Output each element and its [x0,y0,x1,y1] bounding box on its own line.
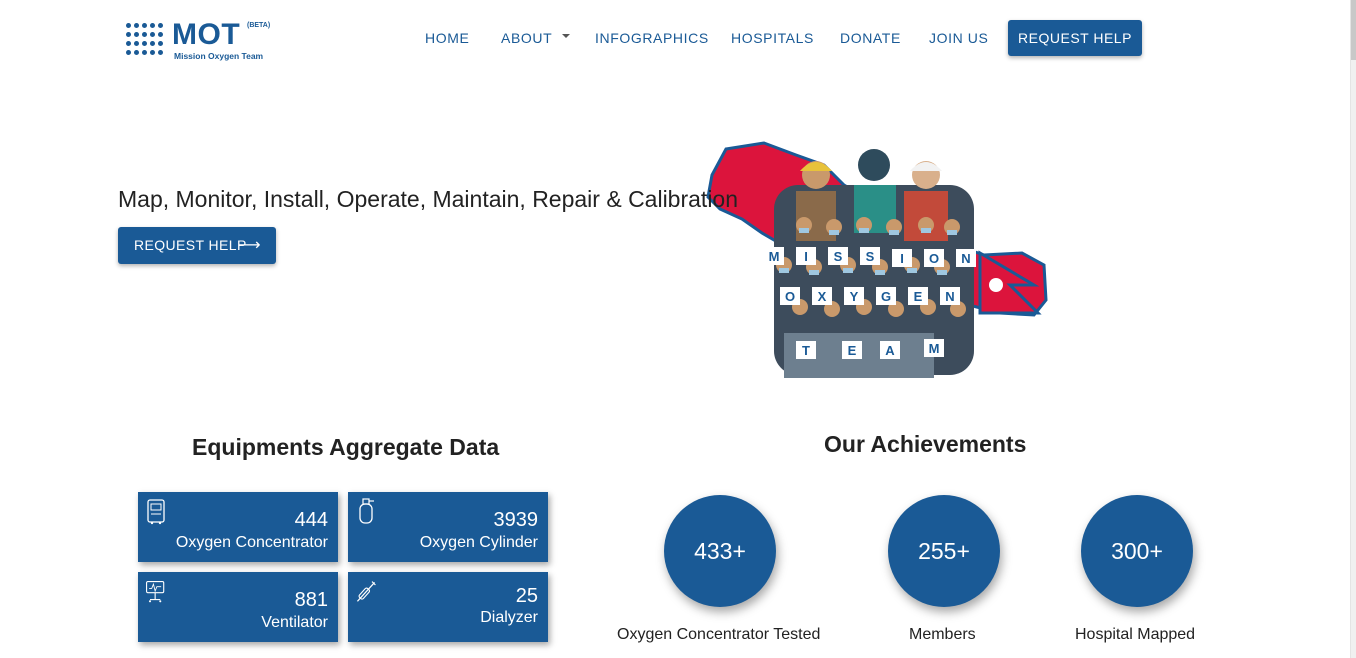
svg-text:N: N [945,289,954,304]
equipment-value: 444 [294,509,328,531]
equipment-card-oxygen-cylinder: 3939 Oxygen Cylinder [348,492,548,562]
svg-text:O: O [785,289,795,304]
request-help-hero-button[interactable]: REQUEST HELP ⟶ [118,227,276,264]
nav-item-join-us[interactable]: JOIN US [929,20,988,56]
svg-text:G: G [881,289,891,304]
svg-text:Y: Y [850,289,859,304]
svg-text:A: A [885,343,895,358]
brand-beta-tag: (BETA) [247,22,271,29]
nav-item-hospitals[interactable]: HOSPITALS [731,20,814,56]
equipment-value: 881 [294,589,328,611]
equipment-label: Oxygen Concentrator [175,534,328,551]
nav-item-donate[interactable]: DONATE [840,20,901,56]
equipment-value: 25 [515,585,538,607]
nav-item-home[interactable]: HOME [425,20,469,56]
achievement-label-concentrator-tested: Oxygen Concentrator Tested [617,626,821,643]
svg-text:S: S [866,249,875,264]
oxygen-cylinder-icon [359,498,374,524]
svg-text:I: I [804,249,808,264]
page-scrollbar[interactable] [1350,0,1356,658]
svg-text:E: E [914,289,923,304]
dialyzer-icon [356,581,376,602]
hero-headline: Map, Monitor, Install, Operate, Maintain… [118,186,739,212]
svg-text:M: M [769,249,780,264]
achievement-circle-hospital-mapped: 300+ [1081,495,1193,607]
svg-text:M: M [929,341,940,356]
svg-text:I: I [900,251,904,266]
equipment-card-ventilator: 881 Ventilator [138,572,338,642]
equipment-label: Ventilator [261,614,328,631]
svg-text:T: T [802,343,810,358]
chevron-down-icon[interactable] [562,34,570,38]
request-help-nav-button[interactable]: REQUEST HELP [1008,20,1142,56]
achievement-label-members: Members [909,626,976,643]
svg-text:S: S [834,249,843,264]
brand-logo[interactable]: MOT (BETA) Mission Oxygen Team [126,18,276,64]
oxygen-concentrator-icon [147,499,165,525]
equipment-section-title: Equipments Aggregate Data [192,434,500,460]
achievement-label-hospital-mapped: Hospital Mapped [1075,626,1196,643]
achievement-circle-members: 255+ [888,495,1000,607]
svg-text:N: N [961,251,970,266]
request-help-hero-label: REQUEST HELP [134,237,247,253]
equipment-card-dialyzer: 25 Dialyzer [348,572,548,642]
ventilator-icon [146,581,165,603]
brand-name: MOT [172,18,241,51]
equipment-card-oxygen-concentrator: 444 Oxygen Concentrator [138,492,338,562]
nav-item-about[interactable]: ABOUT [501,20,552,56]
svg-text:O: O [929,251,939,266]
svg-text:E: E [848,343,857,358]
mission-oxygen-team-illustration: M I S S I O N O X Y G E N T E A M [706,141,1048,378]
nav-item-infographics[interactable]: INFOGRAPHICS [595,20,709,56]
achievements-section-title: Our Achievements [824,431,1027,457]
equipment-value: 3939 [493,509,539,531]
brand-subtitle: Mission Oxygen Team [174,51,264,61]
achievement-circle-concentrator-tested: 433+ [664,495,776,607]
equipment-label: Dialyzer [480,609,538,626]
scrollbar-thumb[interactable] [1351,0,1356,60]
equipment-label: Oxygen Cylinder [419,534,538,551]
navbar: MOT (BETA) Mission Oxygen Team HOME ABOU… [0,0,1356,76]
svg-text:X: X [818,289,827,304]
logo-dots-icon [126,23,164,57]
arrow-right-icon: ⟶ [237,237,261,254]
